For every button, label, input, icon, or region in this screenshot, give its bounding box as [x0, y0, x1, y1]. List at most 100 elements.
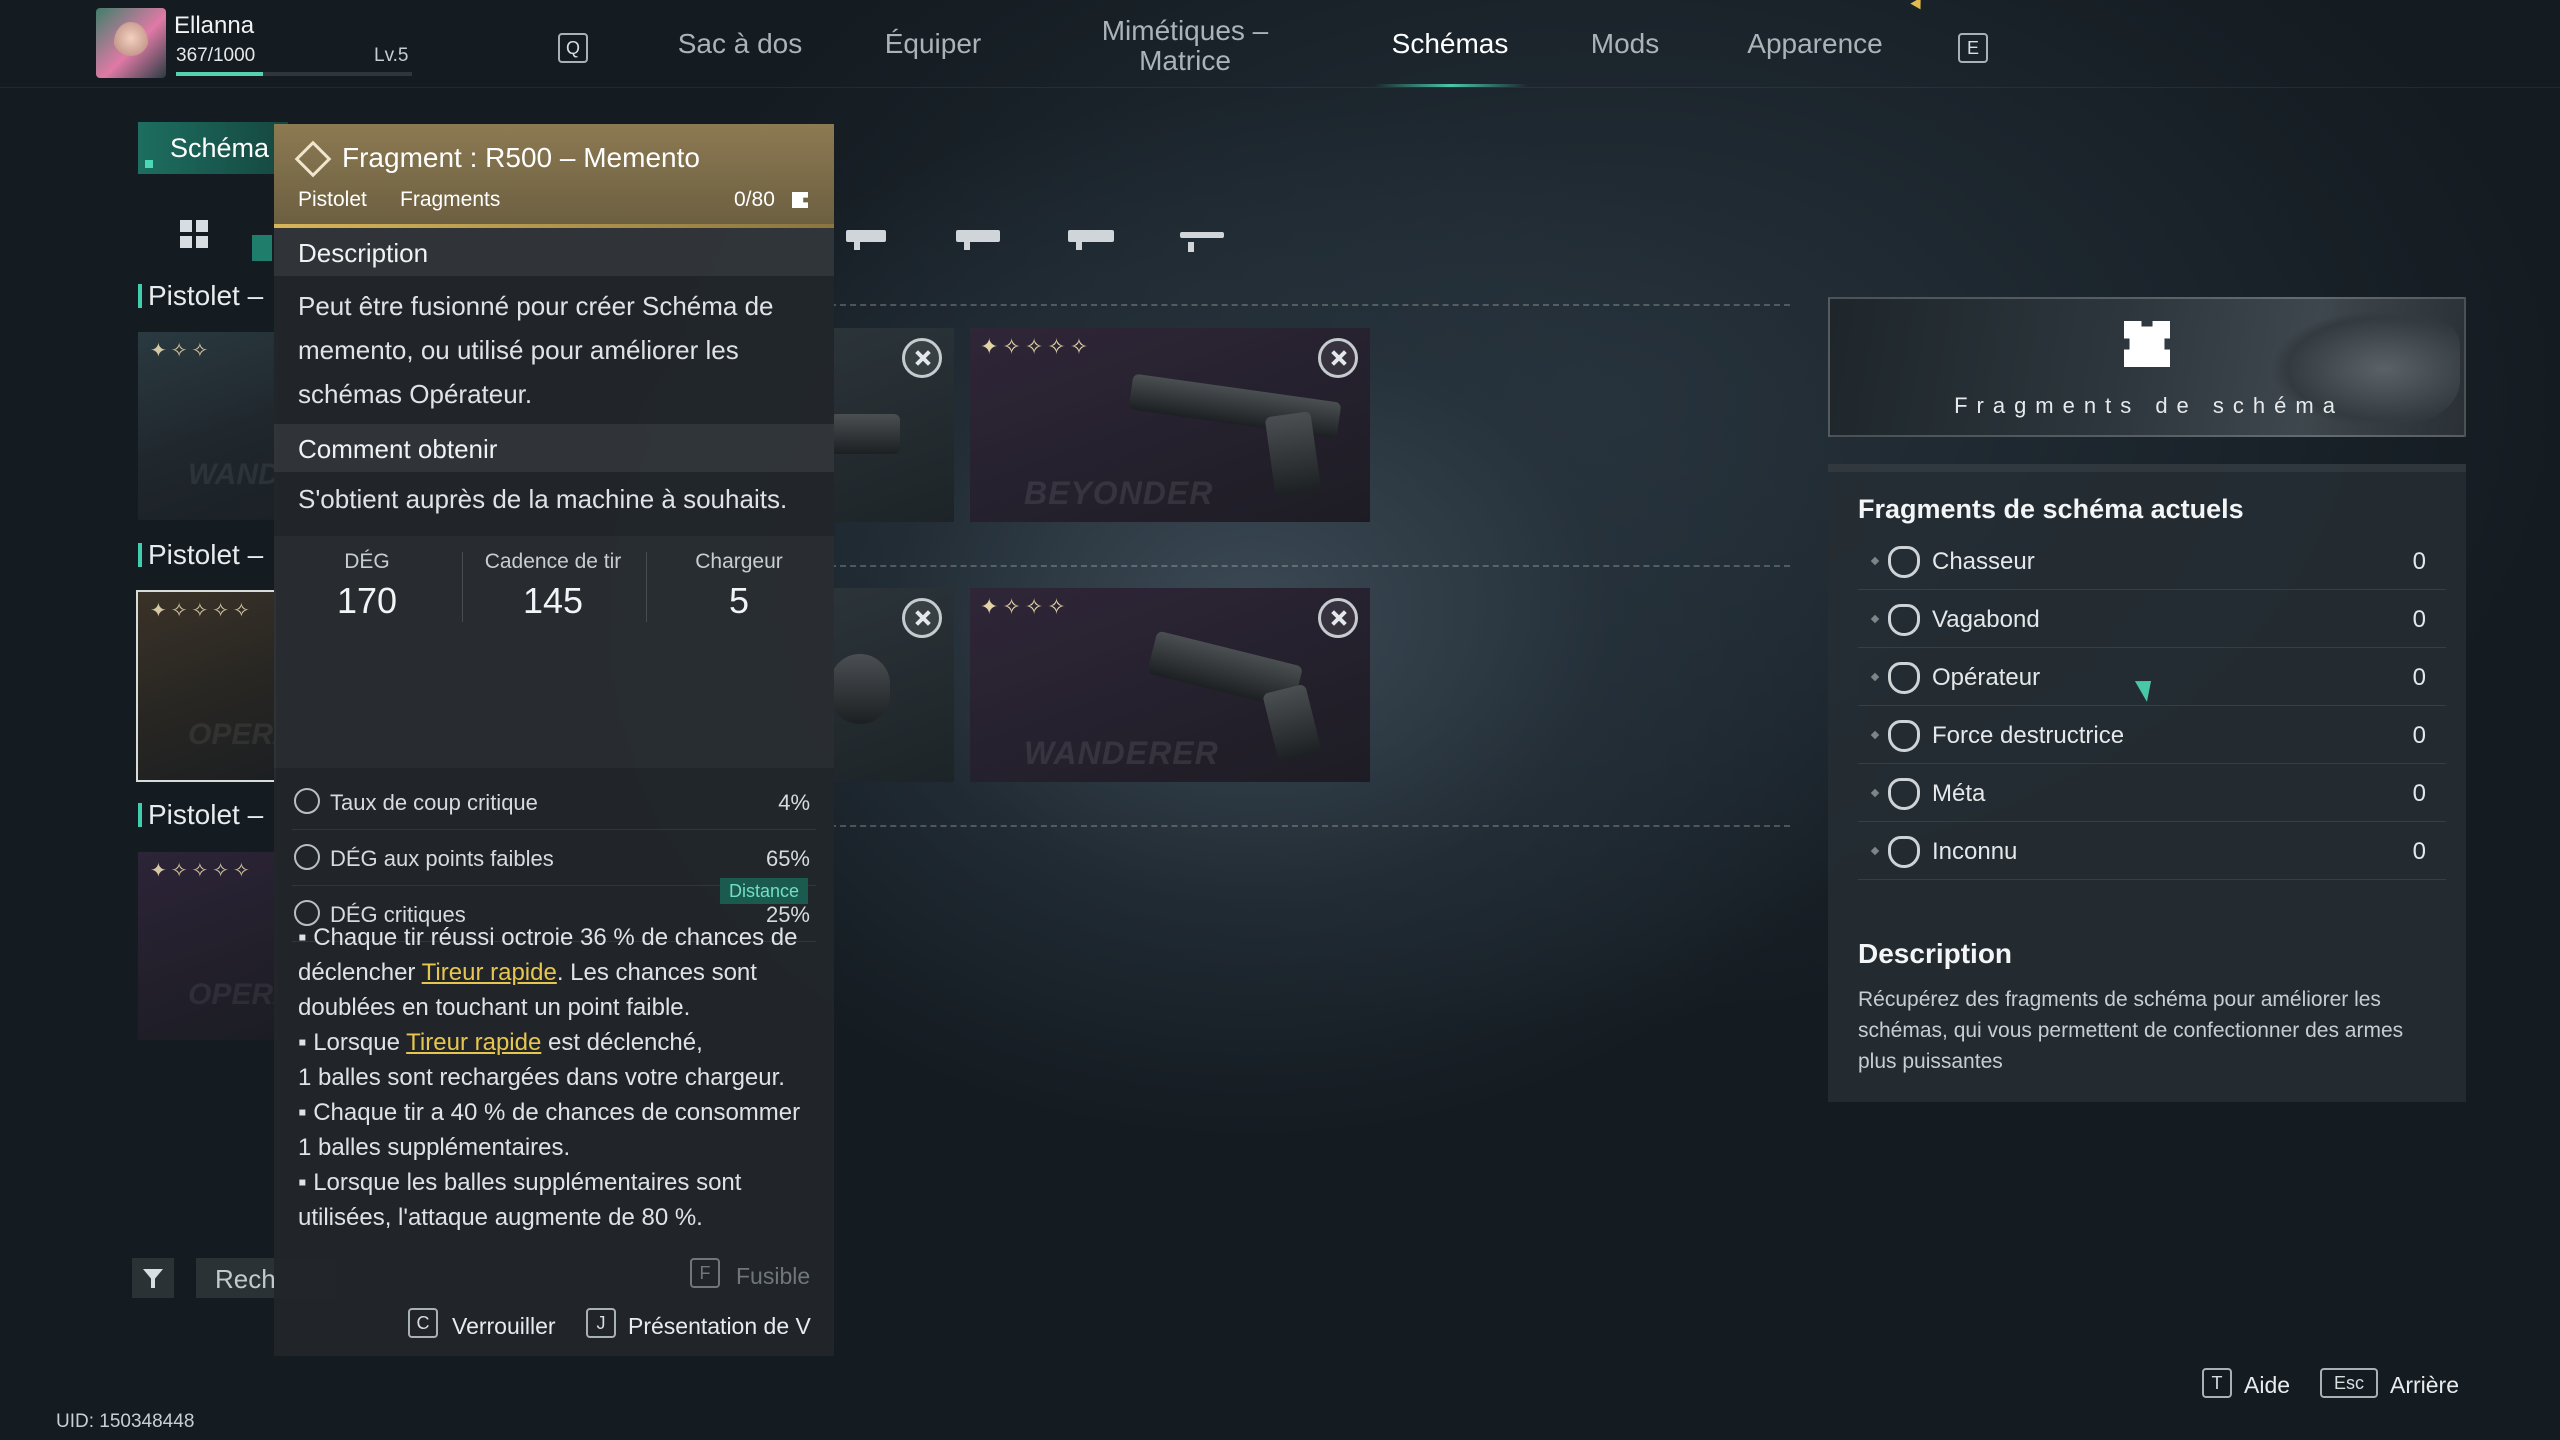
fragment-name: Méta: [1932, 780, 1986, 807]
stat-label: DÉG: [344, 550, 390, 573]
section-divider: [830, 825, 1790, 827]
fragment-count: 0/80: [734, 188, 775, 211]
schematic-card[interactable]: ✦✧✧✧✧ OPERA: [138, 852, 278, 1040]
item-category-tag: Fragments: [400, 188, 501, 211]
back-button[interactable]: Arrière: [2390, 1372, 2459, 1399]
keyword-link[interactable]: Tireur rapide: [406, 1029, 541, 1056]
fragment-row-unknown: Inconnu 0: [1858, 822, 2446, 880]
bullet-icon: [1870, 614, 1880, 624]
xp-progress-bar: [176, 72, 412, 76]
category-title: Pistolet –: [148, 280, 264, 311]
help-button[interactable]: Aide: [2244, 1372, 2290, 1399]
tab-mimics-matrix[interactable]: Mimétiques – Matrice: [1060, 16, 1310, 76]
category-title: Pistolet –: [148, 799, 264, 830]
fragment-name: Vagabond: [1932, 606, 2040, 633]
fragment-badge-icon: [902, 338, 942, 378]
schematics-subtab-label: Schéma: [170, 133, 270, 163]
weapon-card[interactable]: ✦✧✧✧ WANDERER: [970, 588, 1370, 782]
smg-filter-icon[interactable]: [956, 230, 1000, 250]
tab-equip[interactable]: Équiper: [860, 28, 1006, 60]
schematic-card[interactable]: ✦✧✧ WANDE: [138, 332, 278, 520]
avatar[interactable]: [96, 8, 166, 78]
lock-button[interactable]: Verrouiller: [452, 1313, 556, 1340]
card-watermark: BEYONDER: [1024, 475, 1214, 511]
obtain-text: S'obtient auprès de la machine à souhait…: [298, 484, 788, 514]
panel-title: Fragments de schéma actuels: [1858, 494, 2244, 524]
card-watermark: WANDERER: [1024, 735, 1219, 771]
fragment-count: 0: [2412, 722, 2426, 749]
substat-name: DÉG aux points faibles: [330, 846, 554, 871]
rifle-filter-icon[interactable]: [846, 230, 886, 250]
hunter-emblem-icon: [1888, 546, 1920, 578]
revolver-image: [830, 654, 890, 724]
fragments-panel: Fragments de schéma actuels Chasseur 0 V…: [1828, 464, 2466, 1102]
substat-row: Taux de coup critique 4%: [292, 774, 816, 830]
fragment-row-hunter: Chasseur 0: [1858, 532, 2446, 590]
fuse-button[interactable]: Fusible: [736, 1263, 810, 1290]
filter-button[interactable]: [132, 1258, 174, 1298]
rarity-stars: ✦✧✧: [150, 340, 213, 362]
fragment-count: 0: [2412, 664, 2426, 691]
grid-view-icon[interactable]: [180, 220, 208, 248]
next-tab-key[interactable]: E: [1958, 33, 1988, 63]
stat-value: 5: [728, 580, 750, 621]
lock-key[interactable]: C: [408, 1308, 438, 1338]
fragment-row-vagabond: Vagabond 0: [1858, 590, 2446, 648]
sniper-filter-icon[interactable]: [1180, 232, 1224, 252]
section-divider: [830, 304, 1790, 306]
schematic-card-selected[interactable]: ✦✧✧✧✧ OPERA: [136, 590, 276, 782]
player-xp: 367/1000: [176, 45, 256, 66]
fragment-name: Chasseur: [1932, 548, 2035, 575]
search-label: Rech: [215, 1264, 276, 1294]
vagabond-emblem-icon: [1888, 604, 1920, 636]
puzzle-piece-icon: [2124, 321, 2170, 367]
card-watermark: WANDE: [188, 458, 278, 491]
tab-appearance[interactable]: Apparence: [1720, 28, 1910, 60]
category-marker: [138, 543, 142, 567]
fragment-row-meta: Méta 0: [1858, 764, 2446, 822]
filter-tab-active[interactable]: [252, 235, 272, 261]
meta-emblem-icon: [1888, 778, 1920, 810]
weakspot-icon: [294, 844, 320, 870]
shotgun-filter-icon[interactable]: [1068, 230, 1114, 250]
fragments-banner: Fragments de schéma: [1828, 297, 2466, 437]
back-key[interactable]: Esc: [2320, 1368, 2378, 1398]
category-marker: [138, 803, 142, 827]
fuse-key[interactable]: F: [690, 1258, 720, 1288]
fragment-name: Opérateur: [1932, 664, 2041, 691]
card-watermark: OPERA: [188, 718, 274, 751]
panel-description-heading: Description: [1858, 938, 2013, 969]
weapon-card[interactable]: ✦✧✧✧✧ BEYONDER: [970, 328, 1370, 522]
preview-button[interactable]: Présentation de V: [628, 1313, 811, 1340]
keyword-link[interactable]: Tireur rapide: [422, 959, 557, 986]
pistol-image: [830, 414, 900, 454]
substat-name: Taux de coup critique: [330, 790, 538, 815]
weapon-card[interactable]: [830, 328, 954, 522]
category-marker: [138, 284, 142, 308]
xp-progress-fill: [176, 72, 263, 76]
weapon-card[interactable]: [830, 588, 954, 782]
stat-fire-rate: Cadence de tir 145: [460, 550, 646, 622]
fragment-row-destructive: Force destructrice 0: [1858, 706, 2446, 764]
tab-schematics[interactable]: Schémas: [1370, 28, 1530, 60]
fragment-count: 0: [2412, 838, 2426, 865]
obtain-heading: Comment obtenir: [298, 434, 498, 464]
bullet-icon: [1870, 846, 1880, 856]
range-badge: Distance: [720, 878, 808, 904]
stat-damage: DÉG 170: [274, 550, 460, 622]
bullet-icon: [1870, 788, 1880, 798]
active-tab-indicator: [1374, 84, 1528, 87]
crit-rate-icon: [294, 788, 320, 814]
item-description: Peut être fusionné pour créer Schéma de …: [298, 291, 774, 409]
tab-mods[interactable]: Mods: [1560, 28, 1690, 60]
rarity-stars: ✦✧✧✧✧: [150, 600, 254, 622]
help-key[interactable]: T: [2202, 1368, 2232, 1398]
tab-backpack[interactable]: Sac à dos: [660, 28, 820, 60]
panel-top-strip: [1828, 464, 2466, 472]
tooltip-title: Fragment : R500 – Memento: [342, 142, 700, 173]
fragment-name: Force destructrice: [1932, 722, 2125, 749]
prev-tab-key[interactable]: Q: [558, 33, 588, 63]
preview-key[interactable]: J: [586, 1308, 616, 1338]
description-heading: Description: [298, 238, 429, 268]
destructive-emblem-icon: [1888, 720, 1920, 752]
